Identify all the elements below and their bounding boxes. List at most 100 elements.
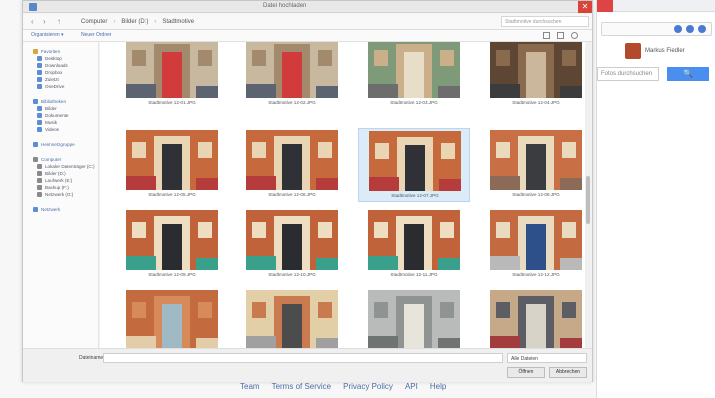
folder-icon [37, 127, 42, 132]
file-name-label: Stadtmotive 12-03.JPG [390, 100, 438, 105]
sidebar-item[interactable]: Laufwerk (E:) [23, 177, 98, 184]
dialog-close-button[interactable]: ✕ [578, 1, 592, 13]
folder-icon [37, 120, 42, 125]
file-thumbnail-tile[interactable]: Stadtmotive 12-12.JPG [480, 208, 590, 282]
file-thumbnail-tile[interactable]: Stadtmotive 12-15.JPG [358, 288, 470, 348]
file-thumbnail-tile[interactable]: Stadtmotive 12-11.JPG [358, 208, 470, 282]
photo-thumbnail [368, 290, 460, 348]
organize-button[interactable]: Organisieren ▾ [31, 32, 64, 38]
breadcrumb-item[interactable]: Computer [81, 19, 107, 25]
file-thumbnail-tile[interactable]: Stadtmotive 12-07.JPG [358, 128, 470, 202]
file-name-label: Stadtmotive 12-05.JPG [148, 192, 196, 197]
address-bar: ‹ › ↑ Computer › Bilder (D:) › Stadtmoti… [23, 14, 592, 30]
footer-link-privacy[interactable]: Privacy Policy [343, 382, 393, 394]
file-chooser-dialog: Datei hochladen ✕ ‹ › ↑ Computer › Bilde… [22, 0, 593, 382]
footer-link-api[interactable]: API [405, 382, 418, 394]
sidebar-item-label: Bilder [45, 106, 57, 111]
sidebar-item[interactable]: Backup (F:) [23, 184, 98, 191]
search-button[interactable]: 🔍 [667, 67, 709, 81]
folder-icon [33, 142, 38, 147]
folder-search-input[interactable]: Stadtmotive durchsuchen [501, 16, 589, 27]
open-button[interactable]: Öffnen [507, 367, 545, 378]
sidebar-item[interactable]: Dokumente [23, 112, 98, 119]
scrollbar-thumb[interactable] [586, 176, 590, 224]
file-thumbnail-tile[interactable]: Stadtmotive 12-01.JPG [116, 42, 228, 110]
filename-label: Dateiname: [79, 355, 105, 361]
photo-search-input[interactable]: Fotos durchsuchen [597, 67, 659, 81]
sidebar-item[interactable]: Desktop [23, 55, 98, 62]
drive-icon [37, 178, 42, 183]
sidebar-item-label: Downloads [45, 63, 68, 68]
folder-icon [37, 56, 42, 61]
file-type-select[interactable]: Alle Dateien [507, 353, 587, 363]
file-name-label: Stadtmotive 12-12.JPG [512, 272, 560, 277]
footer-link-terms[interactable]: Terms of Service [272, 382, 332, 394]
breadcrumb-item[interactable]: Stadtmotive [162, 19, 194, 25]
footer-link-help[interactable]: Help [430, 382, 446, 394]
drive-icon [37, 192, 42, 197]
file-thumbnail-tile[interactable]: Stadtmotive 12-13.JPG [116, 288, 228, 348]
up-icon[interactable]: ↑ [57, 17, 61, 26]
sidebar-item[interactable]: Zuletzt [23, 76, 98, 83]
sidebar-item[interactable]: Downloads [23, 62, 98, 69]
command-bar: Organisieren ▾ Neuer Ordner [23, 30, 592, 42]
user-menu[interactable]: Markus Fiedler [625, 42, 710, 60]
file-thumbnail-tile[interactable]: Stadtmotive 12-16.JPG [480, 288, 590, 348]
photo-thumbnail [490, 42, 582, 98]
file-name-label: Stadtmotive 12-08.JPG [512, 192, 560, 197]
sidebar-item[interactable]: Bilder [23, 105, 98, 112]
photo-thumbnail [126, 210, 218, 270]
photo-thumbnail [246, 42, 338, 98]
sidebar-item[interactable]: Bilder (D:) [23, 170, 98, 177]
folder-icon [37, 113, 42, 118]
sidebar-item-label: Laufwerk (E:) [45, 178, 73, 183]
back-icon[interactable]: ‹ [31, 17, 34, 26]
file-thumbnail-tile[interactable]: Stadtmotive 12-08.JPG [480, 128, 590, 202]
sidebar-item[interactable]: Lokaler Datenträger (C:) [23, 163, 98, 170]
drive-icon [37, 185, 42, 190]
footer-link-team[interactable]: Team [240, 382, 260, 394]
sidebar-item-label: Dropbox [45, 70, 63, 75]
sidebar-item[interactable]: Videos [23, 126, 98, 133]
photo-thumbnail [126, 42, 218, 98]
forward-icon[interactable]: › [43, 17, 46, 26]
help-icon[interactable] [571, 32, 578, 39]
photo-thumbnail [126, 290, 218, 348]
file-thumbnail-tile[interactable]: Stadtmotive 12-10.JPG [236, 208, 348, 282]
sidebar-item[interactable]: OneDrive [23, 83, 98, 90]
file-thumbnail-tile[interactable]: Stadtmotive 12-04.JPG [480, 42, 590, 110]
filename-input[interactable] [103, 353, 503, 363]
extension-icon[interactable] [686, 25, 694, 33]
sidebar-group-header[interactable]: Favoriten [23, 48, 98, 55]
file-name-label: Stadtmotive 12-11.JPG [390, 272, 438, 277]
sidebar-group-header[interactable]: Netzwerk [23, 206, 98, 213]
photo-thumbnail [490, 290, 582, 348]
view-options-icon[interactable] [543, 32, 550, 39]
breadcrumb-item[interactable]: Bilder (D:) [121, 19, 148, 25]
photo-thumbnail [126, 130, 218, 190]
sidebar-group-header[interactable]: Bibliotheken [23, 98, 98, 105]
file-thumbnail-tile[interactable]: Stadtmotive 12-09.JPG [116, 208, 228, 282]
file-thumbnail-tile[interactable]: Stadtmotive 12-06.JPG [236, 128, 348, 202]
sidebar-group-label: Netzwerk [41, 207, 61, 212]
breadcrumb[interactable]: Computer › Bilder (D:) › Stadtmotive [81, 16, 481, 27]
file-thumbnail-tile[interactable]: Stadtmotive 12-03.JPG [358, 42, 470, 110]
extension-icon[interactable] [674, 25, 682, 33]
app-icon [29, 3, 37, 11]
menu-icon[interactable] [698, 25, 706, 33]
sidebar-item-label: Lokaler Datenträger (C:) [45, 164, 95, 169]
sidebar-item[interactable]: Dropbox [23, 69, 98, 76]
sidebar-group-header[interactable]: Heimnetzgruppe [23, 141, 98, 148]
close-icon[interactable] [597, 0, 613, 12]
sidebar-item[interactable]: Netzwerk (G:) [23, 191, 98, 198]
sidebar-item[interactable]: Musik [23, 119, 98, 126]
chevron-right-icon: › [113, 18, 116, 25]
file-thumbnail-tile[interactable]: Stadtmotive 12-05.JPG [116, 128, 228, 202]
preview-pane-icon[interactable] [557, 32, 564, 39]
cancel-button[interactable]: Abbrechen [549, 367, 587, 378]
drive-icon [37, 164, 42, 169]
sidebar-group-header[interactable]: Computer [23, 156, 98, 163]
new-folder-button[interactable]: Neuer Ordner [81, 32, 112, 38]
file-thumbnail-tile[interactable]: Stadtmotive 12-02.JPG [236, 42, 348, 110]
file-thumbnail-tile[interactable]: Stadtmotive 12-14.JPG [236, 288, 348, 348]
